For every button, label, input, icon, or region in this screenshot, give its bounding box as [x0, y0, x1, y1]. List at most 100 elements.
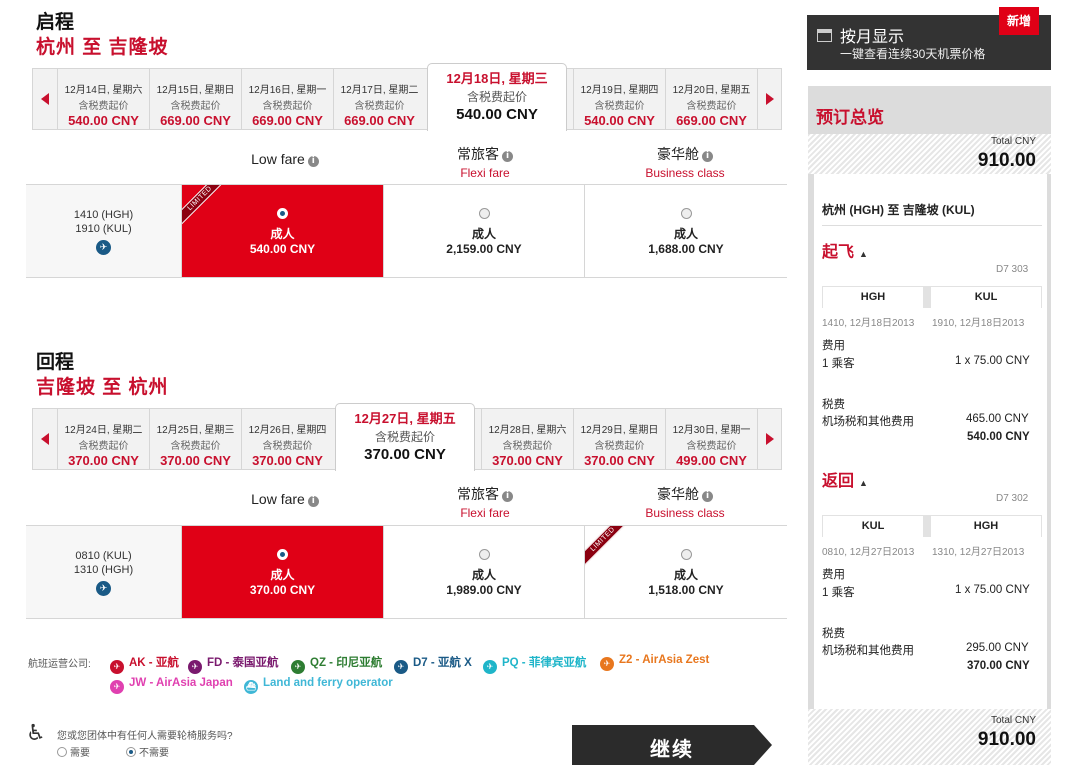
wheelchair-yes-option[interactable]: 需要	[57, 744, 90, 759]
chevron-left-icon	[41, 433, 49, 445]
airline-ak-icon: ✈	[110, 660, 124, 674]
inbound-date-6[interactable]: 12月30日, 星期一 含税费起价 499.00 CNY	[665, 409, 757, 469]
outbound-flexi-cell[interactable]: 成人 2,159.00 CNY	[384, 185, 585, 277]
depart-from-time: 1410, 12月18日2013	[822, 318, 915, 329]
fare-radio[interactable]	[680, 208, 692, 219]
business-sub-label: Business class	[645, 506, 725, 520]
depart-section-title[interactable]: 起飞 ▲	[822, 238, 868, 262]
depart-from-code: HGH	[823, 287, 923, 308]
inbound-next-dates-button[interactable]	[757, 409, 781, 469]
operator-qz: ✈ QZ - 印尼亚航	[291, 654, 382, 674]
business-label: 豪华舱	[657, 146, 699, 162]
outbound-date-2[interactable]: 12月16日, 星期一 含税费起价 669.00 CNY	[241, 69, 333, 129]
fare-price: 1,989.00 CNY	[446, 583, 522, 597]
outbound-flexi-header: 常旅客 i Flexi fare	[430, 144, 540, 180]
info-icon[interactable]: i	[702, 151, 713, 162]
info-icon[interactable]: i	[307, 156, 319, 167]
summary-footer-total-box: Total CNY 910.00	[808, 709, 1051, 765]
radio-unchecked[interactable]	[57, 746, 67, 757]
info-icon[interactable]: i	[502, 151, 513, 162]
inbound-date-2[interactable]: 12月26日, 星期四 含税费起价 370.00 CNY	[241, 409, 333, 469]
monthly-view-button[interactable]: 按月显示 一键查看连续30天机票价格 新增	[807, 7, 1051, 70]
date-from-label: 含税费起价	[594, 101, 645, 112]
flexi-label: 常旅客	[457, 486, 499, 502]
inbound-flight-times: 0810 (KUL) 1310 (HGH) ✈	[26, 526, 182, 618]
return-from-time: 0810, 12月27日2013	[822, 547, 915, 558]
date-from-label: 含税费起价	[374, 430, 435, 444]
low-fare-label: Low fare	[251, 151, 305, 167]
outbound-date-0[interactable]: 12月14日, 星期六 含税费起价 540.00 CNY	[57, 69, 149, 129]
inbound-date-5[interactable]: 12月29日, 星期日 含税费起价 370.00 CNY	[573, 409, 665, 469]
total-value: 910.00	[977, 150, 1036, 171]
flexi-sub-label: Flexi fare	[460, 506, 510, 520]
inbound-date-1[interactable]: 12月25日, 星期三 含税费起价 370.00 CNY	[149, 409, 241, 469]
inbound-flexi-cell[interactable]: 成人 1,989.00 CNY	[384, 526, 585, 618]
inbound-date-0[interactable]: 12月24日, 星期二 含税费起价 370.00 CNY	[57, 409, 149, 469]
outbound-date-1[interactable]: 12月15日, 星期日 含税费起价 669.00 CNY	[149, 69, 241, 129]
fare-radio[interactable]	[277, 549, 288, 560]
date-label: 12月14日, 星期六	[64, 85, 143, 96]
inbound-date-selected[interactable]: 12月27日, 星期五 含税费起价 370.00 CNY	[335, 403, 475, 471]
outbound-date-6[interactable]: 12月20日, 星期五 含税费起价 669.00 CNY	[665, 69, 757, 129]
date-label: 12月24日, 星期二	[64, 425, 143, 436]
fare-price: 1,518.00 CNY	[648, 583, 724, 597]
info-icon[interactable]: i	[307, 496, 319, 507]
continue-button[interactable]: 继续	[572, 725, 772, 765]
airline-d7-icon[interactable]: ✈	[96, 581, 111, 596]
inbound-prev-dates-button[interactable]	[33, 409, 57, 469]
limited-ribbon: LIMITED	[585, 526, 631, 568]
calendar-icon	[817, 29, 832, 42]
outbound-date-5[interactable]: 12月19日, 星期四 含税费起价 540.00 CNY	[573, 69, 665, 129]
date-price: 370.00 CNY	[160, 453, 231, 468]
airline-d7-icon[interactable]: ✈	[96, 240, 111, 255]
inbound-flight-row: 0810 (KUL) 1310 (HGH) ✈ 成人 370.00 CNY 成人…	[26, 525, 787, 619]
return-title: 返回	[822, 473, 855, 490]
depart-to-code: KUL	[931, 287, 1041, 308]
outbound-prev-dates-button[interactable]	[33, 69, 57, 129]
fare-price: 370.00 CNY	[249, 583, 316, 597]
inbound-date-4[interactable]: 12月28日, 星期六 含税费起价 370.00 CNY	[481, 409, 573, 469]
depart-pax-fee: 1 x 75.00 CNY	[955, 355, 1030, 367]
fare-radio[interactable]	[680, 549, 692, 560]
airline-pq-icon: ✈	[483, 660, 497, 674]
info-icon[interactable]: i	[502, 491, 513, 502]
date-label: 12月30日, 星期一	[672, 425, 751, 436]
date-price: 370.00 CNY	[492, 453, 563, 468]
inbound-business-cell[interactable]: LIMITED 成人 1,518.00 CNY	[585, 526, 787, 618]
inbound-heading: 回程	[36, 352, 75, 373]
arrive-time: 1910 (KUL)	[75, 223, 132, 235]
outbound-business-cell[interactable]: 成人 1,688.00 CNY	[585, 185, 787, 277]
fare-radio[interactable]	[277, 208, 288, 219]
inbound-low-fare-cell[interactable]: 成人 370.00 CNY	[182, 526, 384, 618]
operator-name: Land and ferry operator	[263, 677, 393, 689]
date-price: 669.00 CNY	[252, 113, 323, 128]
outbound-date-selected[interactable]: 12月18日, 星期三 含税费起价 540.00 CNY	[427, 63, 567, 131]
operator-fd: ✈ FD - 泰国亚航	[188, 654, 279, 674]
outbound-business-header: 豪华舱 i Business class	[630, 144, 740, 180]
return-to-time: 1310, 12月27日2013	[932, 547, 1025, 558]
fare-radio[interactable]	[478, 208, 490, 219]
date-price: 669.00 CNY	[344, 113, 415, 128]
date-label: 12月16日, 星期一	[248, 85, 327, 96]
outbound-next-dates-button[interactable]	[757, 69, 781, 129]
operator-name: PQ - 菲律宾亚航	[502, 657, 587, 669]
outbound-low-fare-cell[interactable]: LIMITED 成人 540.00 CNY	[182, 185, 384, 277]
date-from-label: 含税费起价	[262, 101, 313, 112]
outbound-flight-times: 1410 (HGH) 1910 (KUL) ✈	[26, 185, 182, 277]
flexi-label: 常旅客	[457, 146, 499, 162]
outbound-date-3[interactable]: 12月17日, 星期二 含税费起价 669.00 CNY	[333, 69, 425, 129]
date-price: 370.00 CNY	[584, 453, 655, 468]
date-label: 12月15日, 星期日	[156, 85, 235, 96]
radio-checked[interactable]	[126, 746, 136, 757]
fare-radio[interactable]	[478, 549, 490, 560]
wheelchair-no-option[interactable]: 不需要	[126, 744, 169, 759]
footer-total-label: Total CNY	[990, 715, 1036, 726]
info-icon[interactable]: i	[702, 491, 713, 502]
caret-up-icon: ▲	[859, 249, 868, 259]
summary-route: 杭州 (HGH) 至 吉隆坡 (KUL)	[822, 203, 975, 217]
return-section-title[interactable]: 返回 ▲	[822, 467, 868, 491]
date-label: 12月29日, 星期日	[580, 425, 659, 436]
depart-time: 0810 (KUL)	[75, 550, 132, 562]
outbound-date-bar: 12月14日, 星期六 含税费起价 540.00 CNY 12月15日, 星期日…	[32, 68, 782, 130]
date-price: 370.00 CNY	[68, 453, 139, 468]
